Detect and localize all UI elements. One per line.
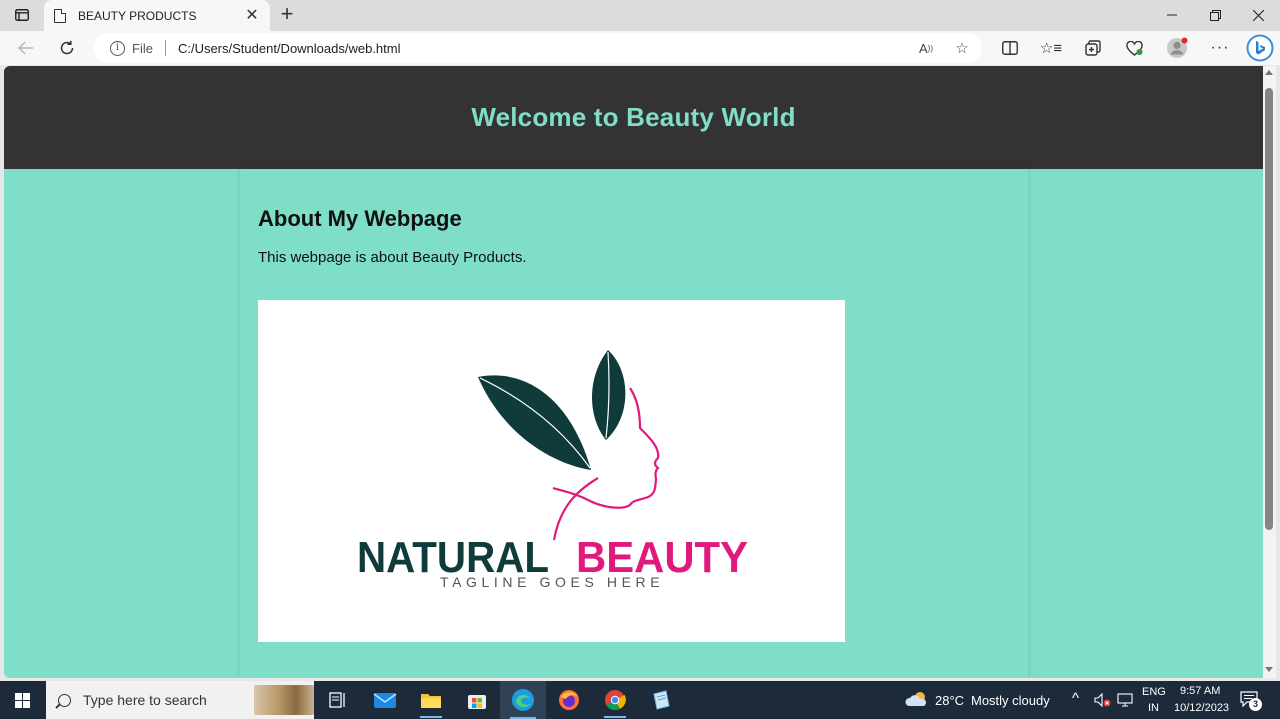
large-leaf-icon xyxy=(478,375,591,470)
browser-toolbar: i File C:/Users/Student/Downloads/web.ht… xyxy=(0,31,1280,65)
address-bar[interactable]: i File C:/Users/Student/Downloads/web.ht… xyxy=(94,33,982,63)
read-aloud-icon[interactable]: A)) xyxy=(914,37,938,59)
scroll-up-arrow-icon[interactable] xyxy=(1265,70,1273,75)
windows-logo-icon xyxy=(14,692,30,708)
favorite-star-icon[interactable]: ☆ xyxy=(950,37,974,59)
search-highlight-image xyxy=(254,685,314,715)
windows-taskbar: Type here to search 28°C Mostly cloudy ^… xyxy=(0,681,1280,719)
minimize-icon xyxy=(1167,14,1177,16)
browser-essentials-button[interactable] xyxy=(1119,35,1149,61)
taskbar-app-edge[interactable] xyxy=(500,681,546,719)
about-paragraph: This webpage is about Beauty Products. xyxy=(258,249,527,266)
avatar-icon xyxy=(1167,37,1188,58)
refresh-button[interactable] xyxy=(53,35,81,61)
split-screen-button[interactable] xyxy=(995,35,1025,61)
tab-actions-icon xyxy=(15,9,29,21)
heart-pulse-icon xyxy=(1125,40,1143,56)
bing-icon xyxy=(1246,34,1274,62)
restore-icon xyxy=(1209,9,1221,21)
clock-date[interactable]: 10/12/2023 xyxy=(1174,702,1229,714)
profile-button[interactable] xyxy=(1162,35,1192,61)
restore-button[interactable] xyxy=(1193,0,1237,30)
page-icon xyxy=(54,8,66,23)
natural-beauty-logo-image: NATURAL BEAUTY TAGLINE GOES HERE xyxy=(258,300,845,642)
collections-button[interactable] xyxy=(1078,35,1108,61)
minimize-button[interactable] xyxy=(1150,0,1194,30)
taskbar-search-box[interactable]: Type here to search xyxy=(46,681,314,719)
taskbar-app-file-explorer[interactable] xyxy=(408,681,454,719)
new-tab-button[interactable]: + xyxy=(276,3,298,27)
logo-graphic: NATURAL BEAUTY TAGLINE GOES HERE xyxy=(357,350,748,590)
vertical-scrollbar[interactable] xyxy=(1263,66,1276,678)
taskbar-app-firefox[interactable] xyxy=(546,681,592,719)
input-language[interactable]: ENG xyxy=(1142,686,1166,698)
back-arrow-icon xyxy=(18,41,33,55)
mail-icon xyxy=(373,693,397,708)
file-label: File xyxy=(132,40,153,56)
favorites-icon: ☆≡ xyxy=(1039,40,1063,57)
address-separator xyxy=(164,40,166,56)
bing-copilot-button[interactable] xyxy=(1245,34,1275,62)
notepad-icon xyxy=(653,690,670,710)
close-tab-icon[interactable]: ✕ xyxy=(244,7,260,24)
browser-tab-bar: BEAUTY PRODUCTS ✕ + xyxy=(0,0,1280,31)
taskbar-app-chrome[interactable] xyxy=(592,681,638,719)
collections-icon xyxy=(1085,40,1101,56)
main-content: About My Webpage This webpage is about B… xyxy=(240,169,1028,678)
input-region[interactable]: IN xyxy=(1148,702,1159,714)
active-tab[interactable]: BEAUTY PRODUCTS ✕ xyxy=(44,0,270,31)
site-header: Welcome to Beauty World xyxy=(4,66,1263,169)
close-window-button[interactable] xyxy=(1236,0,1280,30)
refresh-icon xyxy=(60,40,74,55)
start-button[interactable] xyxy=(0,681,44,719)
speaker-muted-icon[interactable] xyxy=(1094,693,1112,707)
scrollbar-thumb[interactable] xyxy=(1265,88,1273,530)
task-view-icon xyxy=(329,692,345,708)
clock-time[interactable]: 9:57 AM xyxy=(1180,685,1220,697)
taskbar-app-notepad[interactable] xyxy=(638,681,684,719)
network-icon[interactable] xyxy=(1117,693,1133,707)
search-icon xyxy=(58,693,71,707)
more-dots-icon: ··· xyxy=(1210,39,1230,56)
close-icon xyxy=(1252,9,1264,21)
settings-more-button[interactable]: ··· xyxy=(1205,35,1235,61)
taskbar-app-store[interactable] xyxy=(454,681,500,719)
notification-count-badge: 3 xyxy=(1249,698,1262,711)
running-indicator xyxy=(420,716,442,718)
scroll-down-arrow-icon[interactable] xyxy=(1265,667,1273,672)
store-icon xyxy=(468,695,486,709)
about-heading: About My Webpage xyxy=(258,206,462,231)
site-title: Welcome to Beauty World xyxy=(471,102,796,132)
running-indicator xyxy=(604,716,626,718)
weather-condition[interactable]: Mostly cloudy xyxy=(971,693,1050,708)
logo-tagline: TAGLINE GOES HERE xyxy=(440,574,664,590)
url-text[interactable]: C:/Users/Student/Downloads/web.html xyxy=(178,41,401,56)
back-button[interactable] xyxy=(12,35,40,61)
taskbar-app-mail[interactable] xyxy=(362,681,408,719)
weather-cloud-icon xyxy=(905,692,927,706)
tab-title: BEAUTY PRODUCTS xyxy=(78,8,197,23)
web-page-viewport: Welcome to Beauty World About My Webpage… xyxy=(4,66,1263,678)
notification-center-button[interactable]: 3 xyxy=(1238,689,1262,711)
show-hidden-icons-chevron-icon[interactable]: ^ xyxy=(1072,690,1079,707)
edge-icon xyxy=(512,689,534,711)
folder-icon xyxy=(421,694,441,708)
favorites-button[interactable]: ☆≡ xyxy=(1036,35,1066,61)
split-screen-icon xyxy=(1002,41,1018,55)
firefox-icon xyxy=(559,690,579,710)
search-placeholder: Type here to search xyxy=(83,692,207,708)
weather-temperature[interactable]: 28°C xyxy=(935,693,964,708)
chrome-icon xyxy=(605,690,626,711)
task-view-button[interactable] xyxy=(315,681,361,719)
tab-actions-button[interactable] xyxy=(8,4,36,26)
site-info-icon[interactable]: i xyxy=(110,40,125,56)
